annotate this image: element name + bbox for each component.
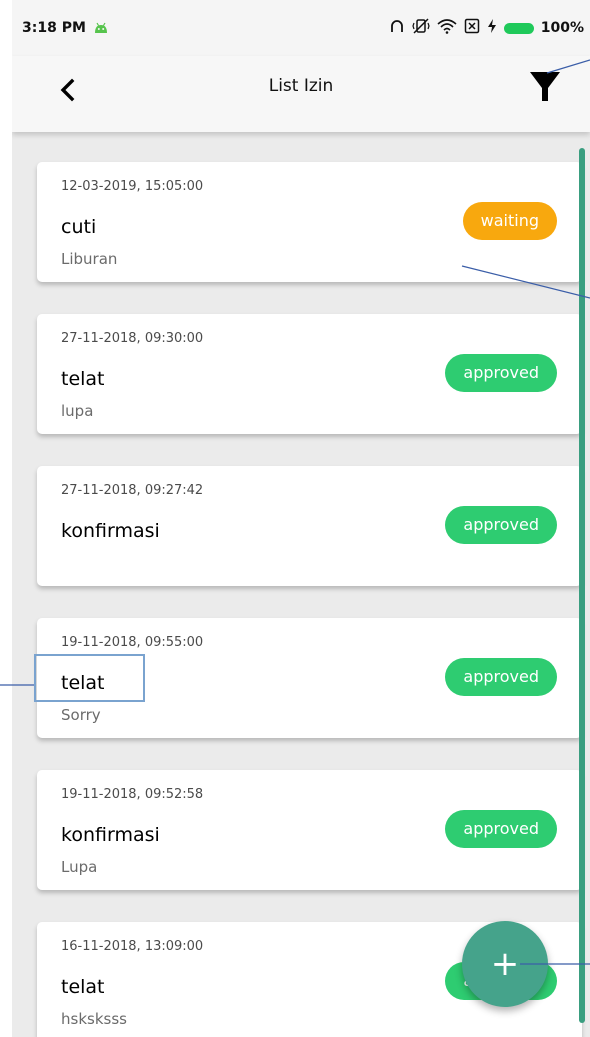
- add-izin-button[interactable]: +: [462, 921, 548, 1007]
- status-badge: approved: [445, 658, 557, 696]
- page-title: List Izin: [268, 76, 334, 96]
- status-badge: approved: [445, 354, 557, 392]
- scrollbar[interactable]: [579, 148, 585, 1023]
- battery-percentage: 100%: [540, 20, 584, 36]
- izin-list: 12-03-2019, 15:05:00 cuti Liburan waitin…: [37, 162, 582, 1037]
- filter-button[interactable]: [528, 70, 562, 104]
- list-item[interactable]: 19-11-2018, 09:52:58 konfirmasi Lupa app…: [37, 770, 582, 890]
- item-type: konfirmasi: [61, 824, 160, 846]
- vibrate-off-icon: [412, 18, 430, 38]
- item-date: 27-11-2018, 09:27:42: [61, 483, 204, 498]
- list-item[interactable]: 27-11-2018, 09:27:42 konfirmasi approved: [37, 466, 582, 586]
- item-date: 19-11-2018, 09:55:00: [61, 635, 204, 650]
- item-date: 19-11-2018, 09:52:58: [61, 787, 204, 802]
- item-date: 12-03-2019, 15:05:00: [61, 179, 204, 194]
- item-reason: Lupa: [61, 858, 98, 876]
- sim-off-icon: [464, 18, 480, 38]
- item-type: telat: [61, 976, 105, 998]
- headphones-icon: [389, 18, 405, 38]
- filter-icon: [530, 72, 560, 101]
- plus-icon: +: [490, 944, 520, 984]
- item-reason: Liburan: [61, 250, 118, 268]
- status-bar: 3:18 PM 100%: [12, 0, 590, 56]
- status-badge: waiting: [462, 202, 557, 240]
- item-type: cuti: [61, 216, 97, 238]
- item-type: telat: [61, 368, 105, 390]
- phone-screen: 3:18 PM 100% List Izin 12-03-2019, 15:05…: [12, 0, 590, 1037]
- android-icon: [94, 19, 108, 38]
- item-type: konfirmasi: [61, 520, 160, 542]
- battery-icon: [503, 22, 534, 34]
- status-time: 3:18 PM: [22, 20, 86, 36]
- wifi-icon: [437, 18, 457, 38]
- item-reason: hsksksss: [61, 1010, 127, 1028]
- item-date: 27-11-2018, 09:30:00: [61, 331, 204, 346]
- item-reason: lupa: [61, 402, 94, 420]
- app-bar: List Izin: [12, 56, 590, 132]
- status-badge: approved: [445, 506, 557, 544]
- charging-bolt-icon: [487, 18, 497, 38]
- status-badge: approved: [445, 810, 557, 848]
- highlight-box: [34, 654, 145, 702]
- list-item[interactable]: 27-11-2018, 09:30:00 telat lupa approved: [37, 314, 582, 434]
- item-reason: Sorry: [61, 706, 101, 724]
- item-date: 16-11-2018, 13:09:00: [61, 939, 204, 954]
- list-item[interactable]: 12-03-2019, 15:05:00 cuti Liburan waitin…: [37, 162, 582, 282]
